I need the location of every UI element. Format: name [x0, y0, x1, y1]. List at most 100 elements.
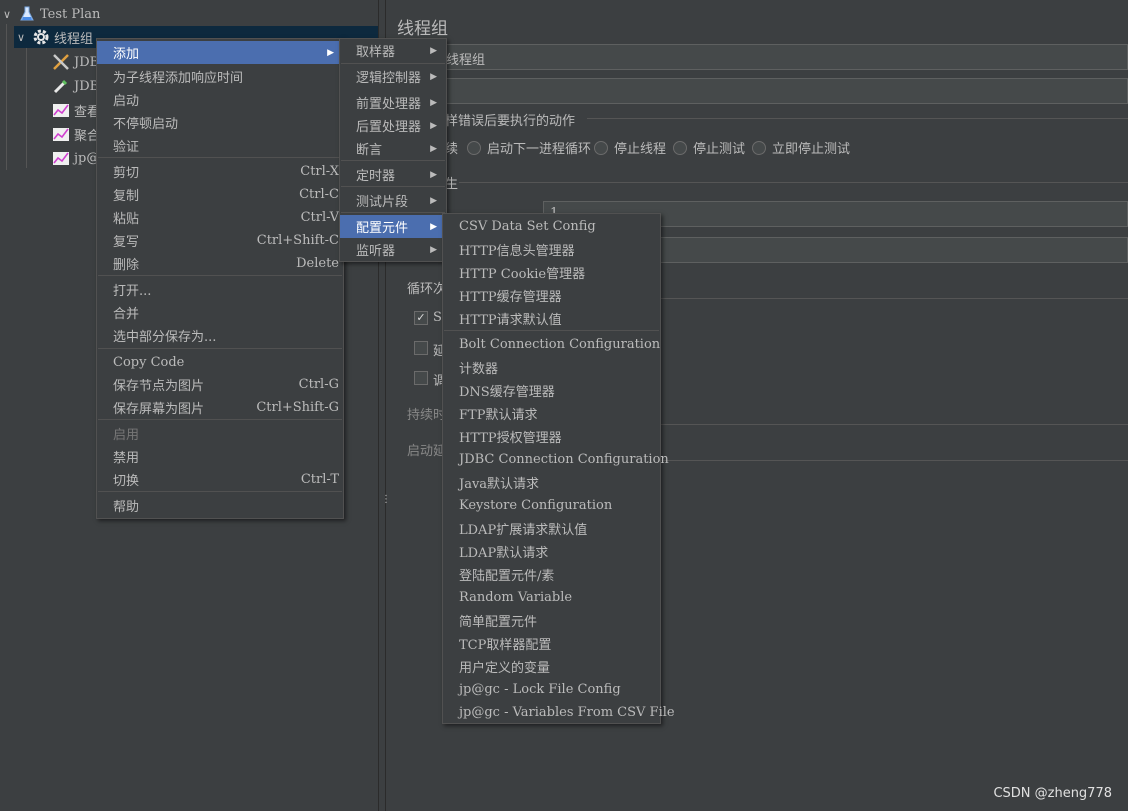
- config-element-item-http[interactable]: HTTP缓存管理器: [443, 284, 660, 307]
- menu-item-label: 监听器: [356, 244, 396, 259]
- radio-label: 停止测试: [693, 142, 746, 157]
- radio-button[interactable]: [594, 141, 608, 155]
- config-element-item-jdbc-connection-configuration[interactable]: JDBC Connection Configuration: [443, 448, 669, 471]
- menu-item-shortcut: Ctrl-C: [299, 187, 339, 202]
- tree-item-view-results[interactable]: 查看: [52, 99, 100, 121]
- context-menu-item-copy-code[interactable]: Copy Code: [97, 351, 343, 374]
- menu-item-label: 剪切: [113, 166, 140, 181]
- submenu-arrow-icon: ▶: [430, 169, 437, 180]
- graph-icon: [52, 149, 70, 167]
- tree-item-jpgc-listener[interactable]: jp@: [52, 147, 99, 169]
- tree-item-jdbc-request[interactable]: JDB: [52, 75, 99, 97]
- watermark: CSDN @zheng778: [993, 786, 1112, 801]
- config-element-item-csv-data-set-config[interactable]: CSV Data Set Config: [443, 215, 660, 238]
- radio-stop-test-now[interactable]: 立即停止测试: [752, 138, 850, 157]
- context-menu-item-item-19[interactable]: 帮助: [97, 494, 343, 517]
- config-element-item-http[interactable]: HTTP信息头管理器: [443, 238, 660, 261]
- config-element-item-ftp[interactable]: FTP默认请求: [443, 402, 660, 425]
- config-element-item-bolt-connection-configuration[interactable]: Bolt Connection Configuration: [443, 333, 660, 356]
- context-menu-item-item-2[interactable]: 启动: [97, 88, 343, 111]
- config-element-item-dns[interactable]: DNS缓存管理器: [443, 379, 660, 402]
- add-submenu-item-7[interactable]: 配置元件 ▶: [340, 215, 446, 238]
- config-element-item-random-variable[interactable]: Random Variable: [443, 586, 660, 609]
- context-menu-item-item-16: 启用: [97, 422, 343, 445]
- submenu-arrow-icon: ▶: [430, 97, 437, 108]
- menu-item-label: 保存节点为图片: [113, 379, 205, 394]
- config-element-item-http[interactable]: HTTP请求默认值: [443, 307, 660, 330]
- config-element-item-jp-gc-variables-from-csv-file[interactable]: jp@gc - Variables From CSV File: [443, 701, 675, 724]
- add-submenu-item-3[interactable]: 后置处理器 ▶: [340, 114, 446, 137]
- config-element-item-http-cookie[interactable]: HTTP Cookie管理器: [443, 261, 660, 284]
- context-menu-item-item-1[interactable]: 为子线程添加响应时间: [97, 65, 343, 88]
- radio-button[interactable]: [467, 141, 481, 155]
- context-menu-item-item-17[interactable]: 禁用: [97, 445, 343, 468]
- context-menu-item-item-11[interactable]: 合并: [97, 301, 343, 324]
- config-element-item-java[interactable]: Java默认请求: [443, 471, 660, 494]
- name-field[interactable]: 线程组: [435, 44, 1128, 70]
- submenu-arrow-icon: ▶: [430, 244, 437, 255]
- context-menu-item-item-15[interactable]: 保存屏幕为图片 Ctrl+Shift-G: [97, 396, 343, 419]
- submenu-arrow-icon: ▶: [430, 71, 437, 82]
- menu-item-label: 复写: [113, 235, 140, 250]
- add-submenu-item-8[interactable]: 监听器 ▶: [340, 238, 446, 261]
- tree-item-test-plan[interactable]: ∨ Test Plan: [0, 3, 378, 25]
- menu-item-label: 登陆配置元件/素: [459, 569, 555, 584]
- startup-delay-label: 启动延: [407, 444, 447, 459]
- add-submenu-item-6[interactable]: 测试片段 ▶: [340, 189, 446, 212]
- radio-button[interactable]: [752, 141, 766, 155]
- scheduler-checkbox[interactable]: [414, 371, 428, 385]
- context-menu-item-item-5[interactable]: 剪切 Ctrl-X: [97, 160, 343, 183]
- context-menu-item-item-10[interactable]: 打开...: [97, 278, 343, 301]
- context-menu-item-item-3[interactable]: 不停顿启动: [97, 111, 343, 134]
- menu-item-label: 前置处理器: [356, 97, 422, 112]
- submenu-arrow-icon: ▶: [430, 120, 437, 131]
- tree-item-jdbc-config[interactable]: JDB: [52, 51, 99, 73]
- delay-thread-checkbox[interactable]: [414, 341, 428, 355]
- config-element-item-ldap[interactable]: LDAP扩展请求默认值: [443, 517, 660, 540]
- chevron-down-icon[interactable]: ∨: [0, 8, 14, 21]
- comments-field[interactable]: [435, 78, 1128, 104]
- add-submenu: 取样器 ▶ 逻辑控制器 ▶ 前置处理器 ▶ 后置处理器 ▶ 断言 ▶ 定时器 ▶ 测试片段 ▶ 配置元件 ▶ 监…: [339, 38, 447, 262]
- context-menu-item-item-6[interactable]: 复制 Ctrl-C: [97, 183, 343, 206]
- context-menu-item-item-14[interactable]: 保存节点为图片 Ctrl-G: [97, 373, 343, 396]
- tree-item-aggregate-report[interactable]: 聚合: [52, 123, 100, 145]
- chevron-down-icon[interactable]: ∨: [14, 31, 28, 44]
- menu-item-label: 禁用: [113, 451, 140, 466]
- config-element-item-item-19[interactable]: 用户定义的变量: [443, 655, 660, 678]
- radio-stop-thread[interactable]: 停止线程: [594, 138, 666, 157]
- config-element-item-ldap[interactable]: LDAP默认请求: [443, 540, 660, 563]
- config-element-item-keystore-configuration[interactable]: Keystore Configuration: [443, 494, 660, 517]
- context-menu-item-item-18[interactable]: 切换 Ctrl-T: [97, 468, 343, 491]
- menu-item-shortcut: Delete: [296, 256, 339, 271]
- context-menu-item-add[interactable]: 添加 ▶: [97, 41, 343, 64]
- config-element-item-http[interactable]: HTTP授权管理器: [443, 425, 660, 448]
- menu-item-label: Copy Code: [113, 355, 185, 370]
- menu-item-label: 合并: [113, 307, 140, 322]
- radio-label: 停止线程: [614, 142, 667, 157]
- radio-start-next-loop[interactable]: 启动下一进程循环: [467, 138, 591, 157]
- add-submenu-item-4[interactable]: 断言 ▶: [340, 137, 446, 160]
- submenu-arrow-icon: ▶: [430, 45, 437, 56]
- config-element-item-item-6[interactable]: 计数器: [443, 356, 660, 379]
- menu-separator: [98, 157, 342, 158]
- tree-guide-line: [6, 24, 7, 170]
- config-element-item-tcp[interactable]: TCP取样器配置: [443, 632, 660, 655]
- config-element-item-item-15[interactable]: 登陆配置元件/素: [443, 563, 660, 586]
- menu-item-shortcut: Ctrl-G: [298, 377, 339, 392]
- config-element-item-item-17[interactable]: 简单配置元件: [443, 609, 660, 632]
- context-menu-item-item-12[interactable]: 选中部分保存为...: [97, 324, 343, 347]
- same-user-checkbox[interactable]: ✓: [414, 311, 428, 325]
- context-menu-item-item-4[interactable]: 验证: [97, 134, 343, 157]
- menu-item-label: 断言: [356, 143, 383, 158]
- context-menu-item-item-9[interactable]: 删除 Delete: [97, 252, 343, 275]
- config-element-item-jp-gc-lock-file-config[interactable]: jp@gc - Lock File Config: [443, 678, 660, 701]
- add-submenu-item-1[interactable]: 逻辑控制器 ▶: [340, 65, 446, 88]
- context-menu-item-item-8[interactable]: 复写 Ctrl+Shift-C: [97, 229, 343, 252]
- radio-button[interactable]: [673, 141, 687, 155]
- radio-stop-test[interactable]: 停止测试: [673, 138, 745, 157]
- add-submenu-item-0[interactable]: 取样器 ▶: [340, 39, 446, 62]
- add-submenu-item-2[interactable]: 前置处理器 ▶: [340, 91, 446, 114]
- add-submenu-item-5[interactable]: 定时器 ▶: [340, 163, 446, 186]
- context-menu-item-item-7[interactable]: 粘贴 Ctrl-V: [97, 206, 343, 229]
- menu-item-shortcut: Ctrl-T: [300, 472, 339, 487]
